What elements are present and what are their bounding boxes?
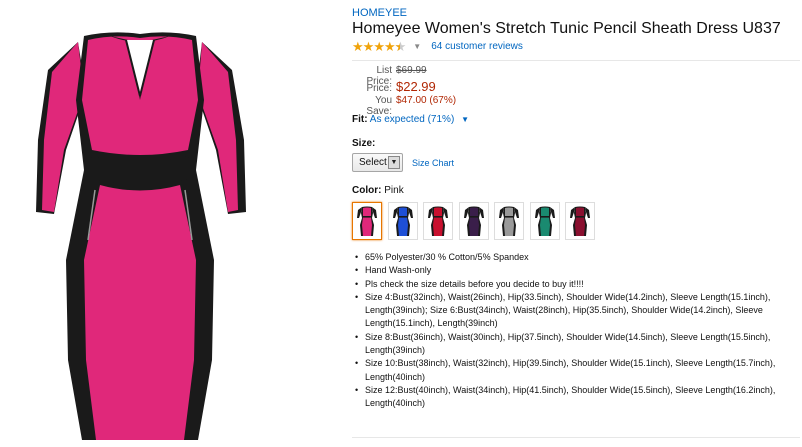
star-icon: ★: [352, 38, 364, 54]
feature-item: 65% Polyester/30 % Cotton/5% Spandex: [352, 251, 800, 265]
feature-item: Size 10:Bust(38inch), Waist(32inch), Hip…: [352, 357, 800, 384]
dress-thumbnail: [534, 206, 555, 236]
fit-link[interactable]: As expected (71%): [370, 114, 455, 125]
star-rating[interactable]: ★ ★ ★ ★ ★: [352, 38, 407, 54]
price-value: $22.99: [396, 79, 436, 94]
list-price-row: List Price: $69.99: [352, 65, 552, 87]
list-price-value: $69.99: [396, 65, 427, 76]
product-title: Homeyee Women's Stretch Tunic Pencil She…: [352, 20, 781, 37]
size-dropdown[interactable]: Select ▼: [352, 153, 403, 172]
fit-row: Fit: As expected (71%) ▼: [352, 114, 469, 125]
size-dropdown-value: Select: [359, 157, 387, 168]
divider: [352, 437, 800, 438]
star-icon: ★: [383, 38, 396, 54]
price-block: List Price: $69.99 Price: $22.99 You Sav…: [352, 65, 552, 117]
size-chart-link[interactable]: Size Chart: [412, 158, 454, 168]
dress-illustration: [36, 32, 246, 441]
feature-bullets: 65% Polyester/30 % Cotton/5% Spandex Han…: [352, 251, 800, 411]
fit-label: Fit:: [352, 114, 368, 125]
product-details: HOMEYEE Homeyee Women's Stretch Tunic Pe…: [352, 0, 802, 447]
dress-thumbnail: [392, 206, 413, 236]
half-star-icon: ★: [395, 40, 407, 53]
color-swatch-green[interactable]: [529, 202, 560, 240]
color-label: Color:: [352, 185, 382, 196]
size-label: Size:: [352, 138, 376, 149]
star-icon: ★: [373, 38, 385, 54]
color-selected: Pink: [384, 185, 404, 196]
color-swatch-blue[interactable]: [387, 202, 418, 240]
feature-item: Size 4:Bust(32inch), Waist(26inch), Hip(…: [352, 291, 800, 331]
dress-thumbnail: [357, 206, 377, 236]
brand-link[interactable]: HOMEYEE: [352, 7, 407, 19]
feature-item: Hand Wash-only: [352, 264, 800, 278]
feature-item: Size 8:Bust(36inch), Waist(30inch), Hip(…: [352, 331, 800, 358]
price-label: Price:: [366, 83, 392, 94]
savings-row: You Save: $47.00 (67%): [352, 95, 552, 117]
dropdown-arrow-icon[interactable]: ▼: [388, 156, 400, 169]
dress-thumbnail: [570, 206, 590, 236]
color-swatch-wine[interactable]: [565, 202, 595, 240]
divider: [352, 60, 800, 61]
color-swatch-gray[interactable]: [494, 202, 524, 240]
rating-row: ★ ★ ★ ★ ★ ▼ 64 customer reviews: [352, 39, 523, 53]
dress-thumbnail: [428, 206, 448, 236]
dress-thumbnail: [499, 206, 519, 236]
color-swatch-purple[interactable]: [458, 202, 489, 240]
customer-reviews-link[interactable]: 64 customer reviews: [431, 41, 523, 52]
feature-item: Pls check the size details before you de…: [352, 278, 800, 292]
color-swatch-pink[interactable]: [352, 202, 382, 240]
dress-thumbnail: [463, 206, 484, 236]
feature-item: Size 12:Bust(40inch), Waist(34inch), Hip…: [352, 384, 800, 411]
chevron-down-icon[interactable]: ▼: [413, 42, 421, 51]
color-swatches: [352, 202, 601, 240]
color-swatch-red[interactable]: [423, 202, 453, 240]
product-main-image[interactable]: [0, 0, 280, 447]
color-row: Color: Pink: [352, 185, 404, 196]
savings-value: $47.00 (67%): [396, 95, 457, 106]
chevron-down-icon[interactable]: ▼: [461, 115, 469, 124]
star-icon: ★: [362, 38, 375, 54]
